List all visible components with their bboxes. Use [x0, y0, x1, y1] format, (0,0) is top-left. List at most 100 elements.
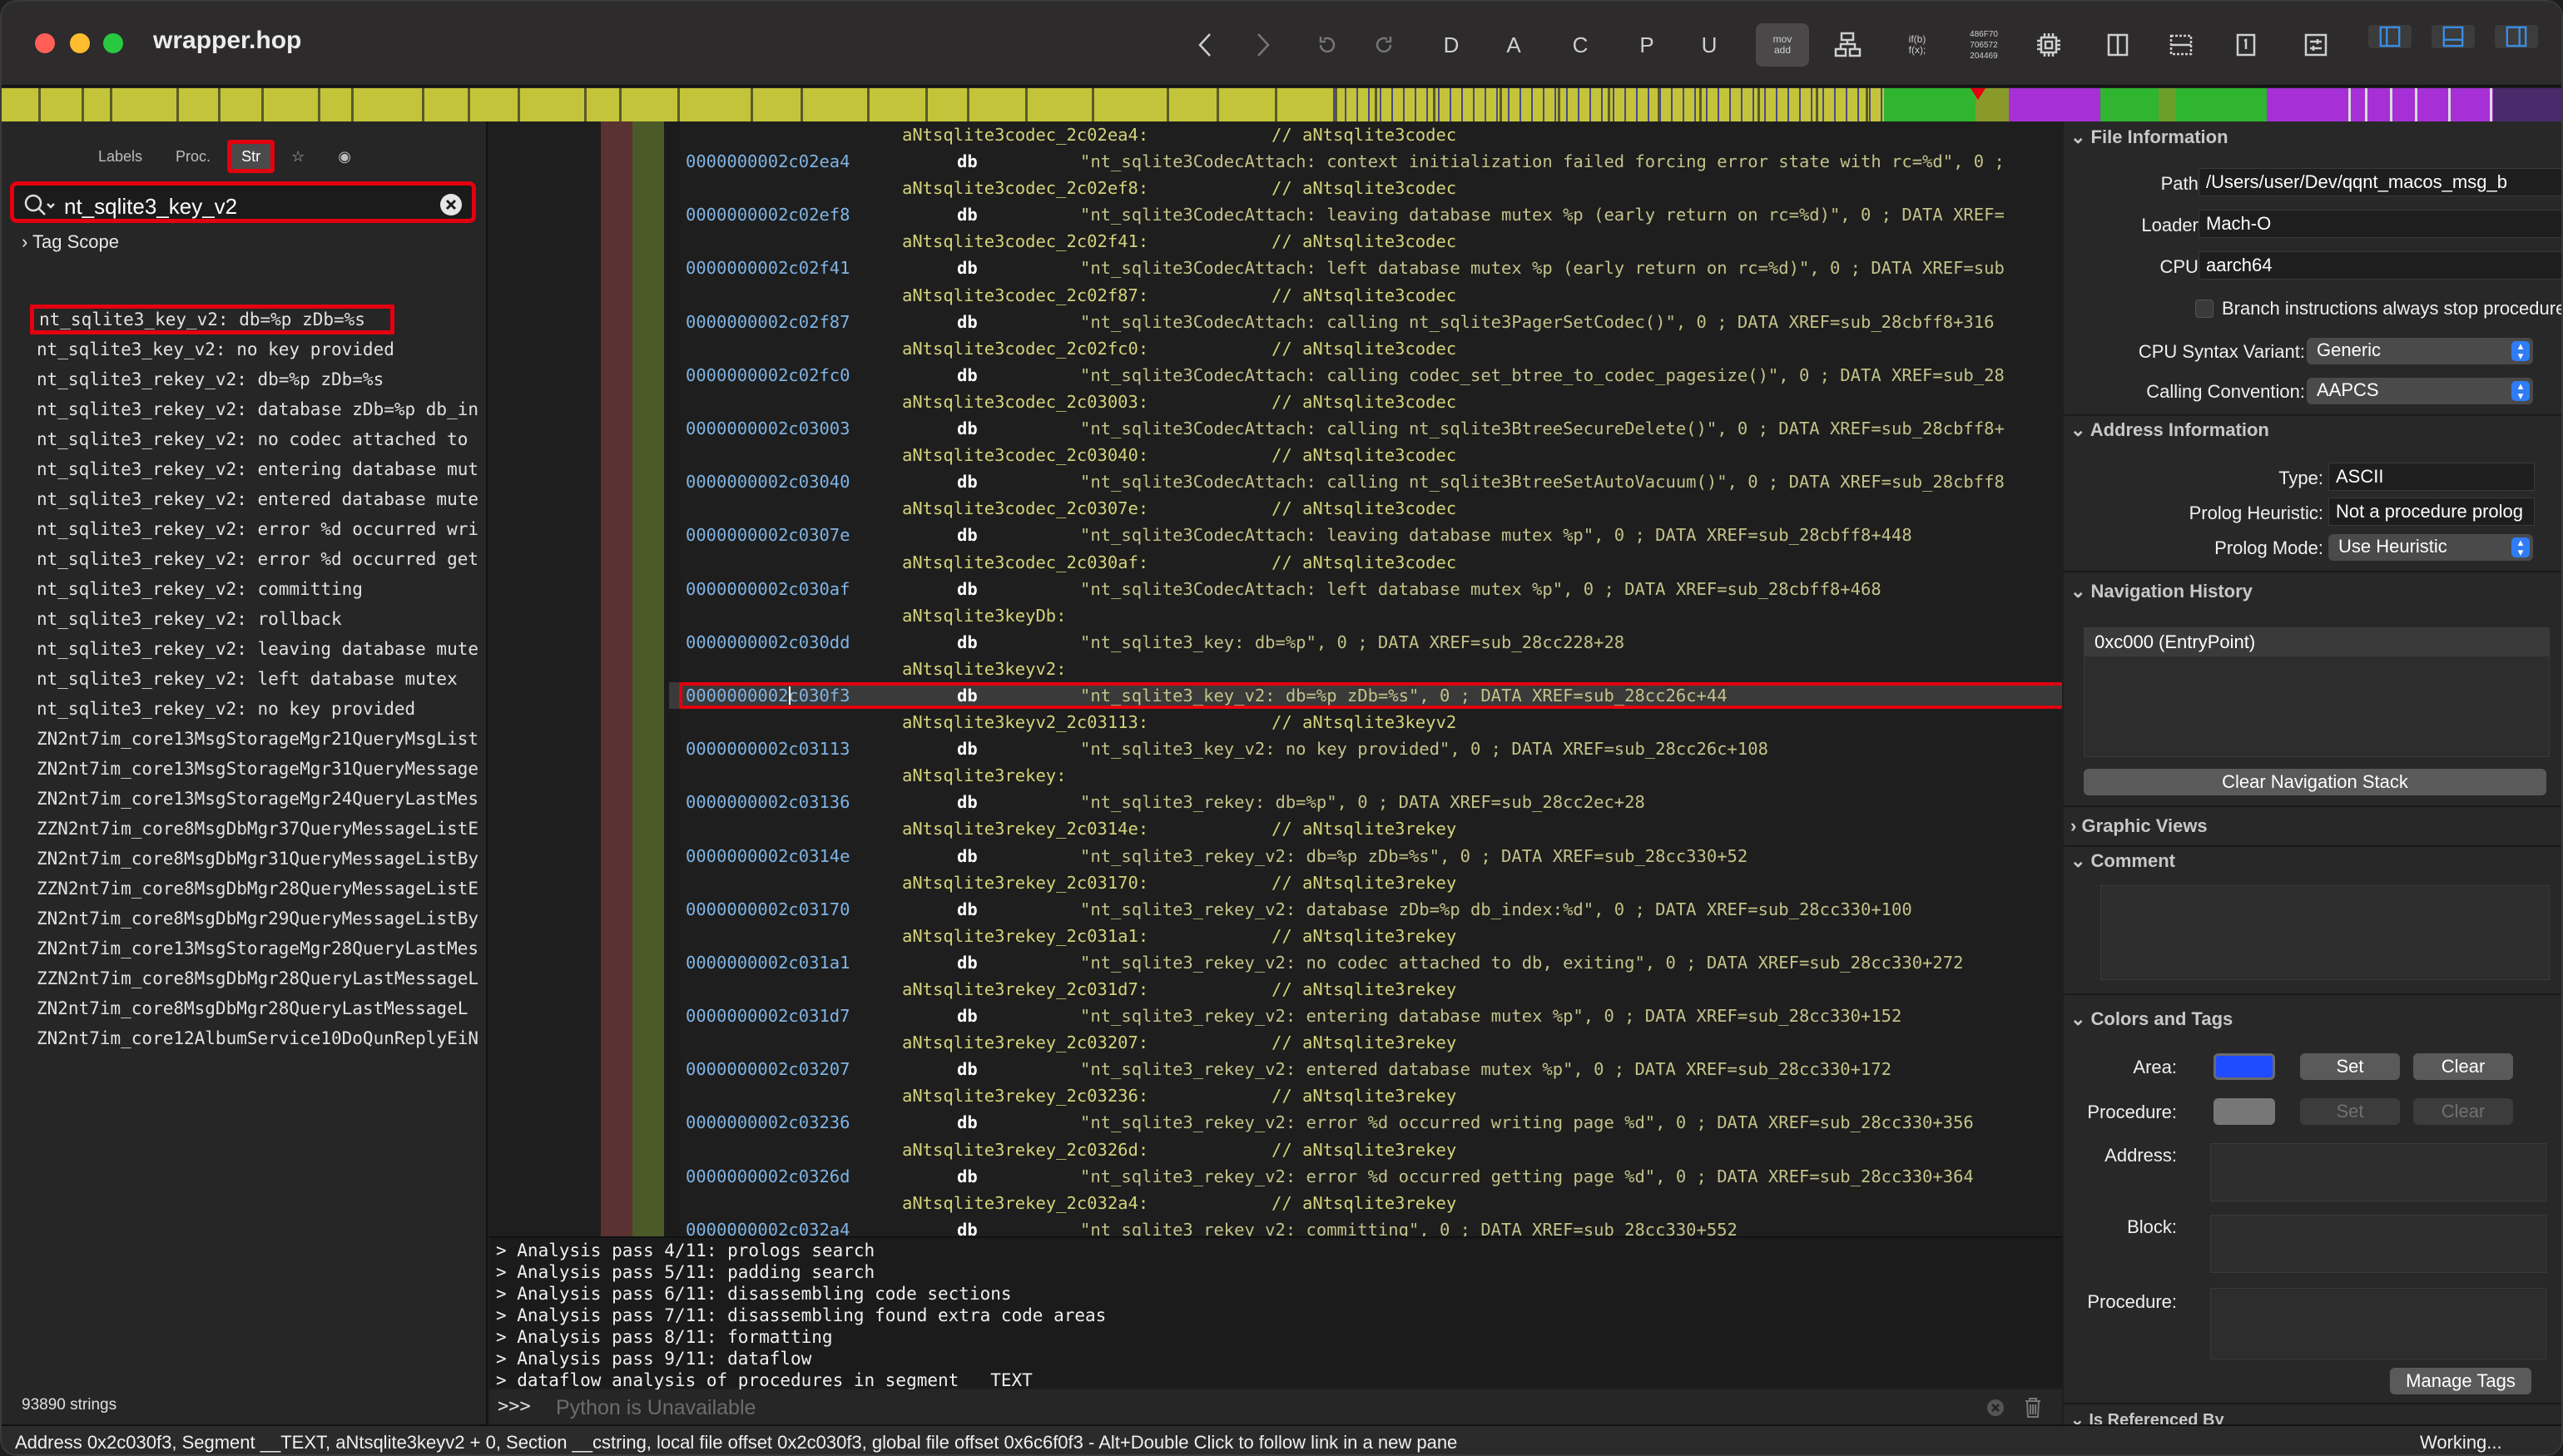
python-input[interactable]: Python is Unavailable — [556, 1396, 756, 1420]
info-panel-button[interactable] — [2225, 23, 2267, 67]
branch-stop-checkbox[interactable] — [2195, 300, 2214, 318]
toggle-right-panel-button[interactable] — [2493, 23, 2540, 50]
disasm-instruction-row[interactable]: 0000000002c03136 db "nt_sqlite3_rekey: db=… — [669, 789, 2062, 815]
disasm-instruction-row[interactable]: 0000000002c030f3 db "nt_sqlite3_key_v2: db… — [669, 681, 2062, 710]
tab-procedures[interactable]: Proc. — [159, 140, 227, 173]
undo-button[interactable] — [1308, 23, 1345, 67]
split-vertical-button[interactable] — [2097, 23, 2139, 67]
disasm-label-row[interactable]: aNtsqlite3rekey_2c03170: // aNtsqlite3rek… — [669, 869, 2062, 896]
procedure-color-swatch[interactable] — [2214, 1098, 2275, 1125]
navigation-history-header[interactable]: ⌄ Navigation History — [2070, 581, 2253, 602]
toolbar-u-button[interactable]: U — [1691, 23, 1728, 67]
string-list-item[interactable]: nt_sqlite3_rekey_v2: database zDb=%p db_… — [37, 394, 486, 424]
disasm-label-row[interactable]: aNtsqlite3codec_2c02ea4: // aNtsqlite3cod… — [669, 121, 2062, 148]
manage-tags-button[interactable]: Manage Tags — [2390, 1368, 2531, 1394]
disasm-instruction-row[interactable]: 0000000002c02ea4 db "nt_sqlite3CodecAttach… — [669, 148, 2062, 175]
disasm-instruction-row[interactable]: 0000000002c02f87 db "nt_sqlite3CodecAttach… — [669, 309, 2062, 335]
string-list-item[interactable]: ZN2nt7im_core8MsgDbMgr28QueryLastMessage… — [37, 993, 486, 1023]
string-list-item[interactable]: nt_sqlite3_rekey_v2: entered database mu… — [37, 484, 486, 514]
disasm-instruction-row[interactable]: 0000000002c02f41 db "nt_sqlite3CodecAttach… — [669, 255, 2062, 281]
string-list-item[interactable]: nt_sqlite3_rekey_v2: committing — [37, 574, 486, 604]
string-list-item[interactable]: ZN2nt7im_core8MsgDbMgr31QueryMessageList… — [37, 844, 486, 874]
clear-navigation-stack-button[interactable]: Clear Navigation Stack — [2084, 769, 2546, 795]
disasm-instruction-row[interactable]: 0000000002c03040 db "nt_sqlite3CodecAttach… — [669, 468, 2062, 495]
string-list-item[interactable]: nt_sqlite3_rekey_v2: rollback — [37, 604, 486, 634]
disasm-label-row[interactable]: aNtsqlite3keyv2_2c03113: // aNtsqlite3key… — [669, 709, 2062, 735]
cpu-button[interactable] — [2025, 23, 2072, 67]
toggle-left-panel-button[interactable] — [2367, 23, 2413, 50]
disasm-label-row[interactable]: aNtsqlite3codec_2c03003: // aNtsqlite3cod… — [669, 389, 2062, 415]
python-prompt[interactable]: >>> Python is Unavailable — [489, 1389, 2062, 1424]
disasm-label-row[interactable]: aNtsqlite3rekey_2c03207: // aNtsqlite3rek… — [669, 1029, 2062, 1056]
string-list-item[interactable]: nt_sqlite3_key_v2: db=%p zDb=%s — [30, 305, 394, 334]
clear-search-icon[interactable] — [439, 192, 464, 217]
disasm-instruction-row[interactable]: 0000000002c030af db "nt_sqlite3CodecAttach… — [669, 576, 2062, 602]
toolbar-a-button[interactable]: A — [1495, 23, 1532, 67]
segment-navigation-bar[interactable] — [2, 88, 2561, 121]
tab-bookmarks[interactable]: ☆ — [275, 140, 321, 173]
toggle-bottom-panel-button[interactable] — [2430, 23, 2476, 50]
string-list-item[interactable]: nt_sqlite3_rekey_v2: db=%p zDb=%s — [37, 364, 486, 394]
disasm-label-row[interactable]: aNtsqlite3rekey_2c0326d: // aNtsqlite3rek… — [669, 1137, 2062, 1163]
comment-header[interactable]: ⌄ Comment — [2070, 850, 2175, 872]
toolbar-p-button[interactable]: P — [1629, 23, 1665, 67]
procedure-set-button[interactable]: Set — [2300, 1098, 2400, 1125]
string-list-item[interactable]: ZN2nt7im_core13MsgStorageMgr24QueryLastM… — [37, 784, 486, 814]
disasm-label-row[interactable]: aNtsqlite3codec_2c02f87: // aNtsqlite3cod… — [669, 282, 2062, 309]
disasm-label-row[interactable]: aNtsqlite3codec_2c02fc0: // aNtsqlite3cod… — [669, 335, 2062, 362]
area-clear-button[interactable]: Clear — [2413, 1053, 2513, 1080]
calling-convention-select[interactable]: AAPCS ▴ ▾ — [2307, 378, 2533, 404]
string-list-item[interactable]: ZN2nt7im_core13MsgStorageMgr21QueryMsgLi… — [37, 724, 486, 754]
tab-labels[interactable]: Labels — [82, 140, 159, 173]
disasm-label-row[interactable]: aNtsqlite3keyDb: — [669, 602, 2062, 629]
disasm-instruction-row[interactable]: 0000000002c0326d db "nt_sqlite3_rekey_v2: … — [669, 1163, 2062, 1190]
address-information-header[interactable]: ⌄ Address Information — [2070, 419, 2269, 441]
cpu-syntax-select[interactable]: Generic ▴ ▾ — [2307, 338, 2533, 364]
navigation-history-item[interactable]: 0xc000 (EntryPoint) — [2085, 628, 2549, 656]
tab-strings[interactable]: Str — [227, 140, 275, 173]
back-button[interactable] — [1185, 23, 1227, 67]
minimize-window-button[interactable] — [70, 33, 90, 53]
disasm-instruction-row[interactable]: 0000000002c032a4 db "nt_sqlite3_rekey_v2: … — [669, 1216, 2062, 1236]
string-list-item[interactable]: nt_sqlite3_rekey_v2: entering database m… — [37, 454, 486, 484]
disasm-instruction-row[interactable]: 0000000002c03207 db "nt_sqlite3_rekey_v2: … — [669, 1056, 2062, 1082]
colors-and-tags-header[interactable]: ⌄ Colors and Tags — [2070, 1008, 2233, 1030]
prolog-mode-select[interactable]: Use Heuristic ▴ ▾ — [2328, 534, 2533, 561]
disasm-label-row[interactable]: aNtsqlite3rekey_2c03236: // aNtsqlite3rek… — [669, 1082, 2062, 1109]
close-window-button[interactable] — [35, 33, 55, 53]
area-set-button[interactable]: Set — [2300, 1053, 2400, 1080]
address-tags-field[interactable] — [2210, 1143, 2546, 1201]
trash-icon[interactable] — [2020, 1394, 2045, 1419]
disasm-label-row[interactable]: aNtsqlite3codec_2c030af: // aNtsqlite3cod… — [669, 549, 2062, 576]
type-field[interactable]: ASCII — [2328, 463, 2535, 491]
string-list-item[interactable]: nt_sqlite3_rekey_v2: leaving database mu… — [37, 634, 486, 664]
string-list-item[interactable]: nt_sqlite3_rekey_v2: error %d occurred g… — [37, 544, 486, 574]
referenced-by-header[interactable]: ⌄ Is Referenced By — [2070, 1409, 2224, 1424]
hex-view-button[interactable]: 486F70 706572 204469 — [1957, 23, 2010, 67]
zoom-window-button[interactable] — [103, 33, 123, 53]
string-list-item[interactable]: ZZN2nt7im_core8MsgDbMgr28QueryMessageLis… — [37, 874, 486, 904]
disasm-label-row[interactable]: aNtsqlite3rekey_2c031a1: // aNtsqlite3rek… — [669, 923, 2062, 949]
disasm-instruction-row[interactable]: 0000000002c031a1 db "nt_sqlite3_rekey_v2: … — [669, 949, 2062, 976]
disasm-label-row[interactable]: aNtsqlite3codec_2c02f41: // aNtsqlite3cod… — [669, 228, 2062, 255]
toolbar-c-button[interactable]: C — [1562, 23, 1599, 67]
area-color-swatch[interactable] — [2214, 1053, 2275, 1080]
procedure-clear-button[interactable]: Clear — [2413, 1098, 2513, 1125]
loader-field[interactable]: Mach-O — [2199, 210, 2561, 238]
string-list-item[interactable]: nt_sqlite3_key_v2: no key provided — [37, 334, 486, 364]
disasm-instruction-row[interactable]: 0000000002c031d7 db "nt_sqlite3_rekey_v2: … — [669, 1003, 2062, 1029]
string-list-item[interactable]: ZN2nt7im_core12AlbumService10DoQunReplyE… — [37, 1023, 486, 1053]
graphic-views-header[interactable]: › Graphic Views — [2070, 815, 2208, 837]
disasm-instruction-row[interactable]: 0000000002c02ef8 db "nt_sqlite3CodecAttach… — [669, 201, 2062, 228]
string-list-item[interactable]: nt_sqlite3_rekey_v2: left database mutex — [37, 664, 486, 694]
disasm-instruction-row[interactable]: 0000000002c03113 db "nt_sqlite3_key_v2: no… — [669, 735, 2062, 762]
toolbar-d-button[interactable]: D — [1433, 23, 1470, 67]
disasm-instruction-row[interactable]: 0000000002c030dd db "nt_sqlite3_key: db=%p… — [669, 629, 2062, 656]
disasm-instruction-row[interactable]: 0000000002c03003 db "nt_sqlite3CodecAttach… — [669, 415, 2062, 442]
disasm-label-row[interactable]: aNtsqlite3rekey_2c0314e: // aNtsqlite3rek… — [669, 815, 2062, 842]
cpu-field[interactable]: aarch64 — [2199, 251, 2561, 280]
preferences-button[interactable] — [2295, 23, 2337, 67]
disasm-instruction-row[interactable]: 0000000002c03170 db "nt_sqlite3_rekey_v2: … — [669, 896, 2062, 923]
block-tags-field[interactable] — [2210, 1215, 2546, 1273]
redo-button[interactable] — [1366, 23, 1403, 67]
